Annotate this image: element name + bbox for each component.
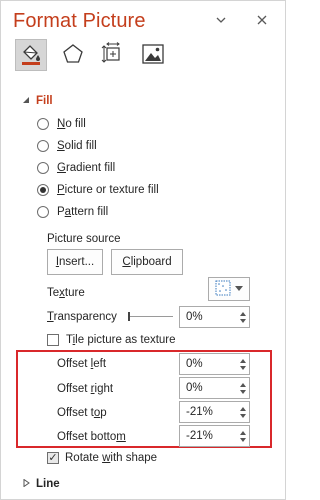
fill-line-icon xyxy=(19,42,43,69)
offset-left-spinner[interactable]: 0% xyxy=(179,353,250,375)
radio-button[interactable] xyxy=(37,118,49,130)
radio-label: Solid fill xyxy=(57,140,97,152)
offset-bottom-spinner[interactable]: -21% xyxy=(179,425,250,447)
rotate-with-shape-label: Rotate with shape xyxy=(65,452,158,464)
transparency-slider[interactable] xyxy=(128,310,173,322)
tab-picture[interactable] xyxy=(137,39,169,71)
expand-triangle-icon xyxy=(23,478,30,490)
size-properties-icon xyxy=(101,41,125,69)
line-section-label: Line xyxy=(36,478,60,490)
line-section-header[interactable]: Line xyxy=(23,476,60,492)
spinner-arrows[interactable] xyxy=(237,307,249,327)
texture-label: Texture xyxy=(47,287,85,299)
spinner-value[interactable]: 0% xyxy=(180,307,237,327)
radio-label: No fill xyxy=(57,118,86,130)
spinner-value[interactable]: 0% xyxy=(180,378,237,398)
tab-effects[interactable] xyxy=(57,39,89,71)
transparency-spinner[interactable]: 0% xyxy=(179,306,250,328)
transparency-label: Transparency xyxy=(47,311,117,323)
texture-dropdown[interactable] xyxy=(208,277,250,301)
radio-label: Gradient fill xyxy=(57,162,116,174)
spinner-arrows[interactable] xyxy=(237,378,249,398)
rotate-with-shape-checkbox[interactable]: ✓ xyxy=(47,452,59,464)
offset-top-spinner[interactable]: -21% xyxy=(179,401,250,423)
radio-solid-fill[interactable]: Solid fill xyxy=(37,137,97,155)
radio-pattern-fill[interactable]: Pattern fill xyxy=(37,203,108,221)
pane-options-button[interactable] xyxy=(210,10,232,30)
clipboard-button[interactable]: Clipboard xyxy=(111,249,183,275)
radio-button[interactable] xyxy=(37,140,49,152)
spinner-arrows[interactable] xyxy=(237,426,249,446)
fill-section-label: Fill xyxy=(36,95,53,107)
chevron-down-icon xyxy=(216,12,226,28)
spinner-arrows[interactable] xyxy=(237,354,249,374)
spinner-value[interactable]: -21% xyxy=(180,402,237,422)
slider-track xyxy=(130,316,173,317)
offset-top-label: Offset top xyxy=(57,407,107,419)
radio-picture-texture-fill[interactable]: Picture or texture fill xyxy=(37,181,159,199)
close-button[interactable] xyxy=(251,10,273,30)
tab-fill-line[interactable] xyxy=(15,39,47,71)
tab-size-properties[interactable] xyxy=(97,39,129,71)
spinner-value[interactable]: -21% xyxy=(180,426,237,446)
offset-left-label: Offset left xyxy=(57,358,107,370)
effects-pentagon-icon xyxy=(62,43,84,68)
radio-label: Picture or texture fill xyxy=(57,184,159,196)
insert-button[interactable]: Insert... xyxy=(47,249,103,275)
checkmark-icon: ✓ xyxy=(48,452,58,464)
radio-button[interactable] xyxy=(37,162,49,174)
offset-right-label: Offset right xyxy=(57,383,114,395)
radio-button[interactable] xyxy=(37,206,49,218)
spinner-arrows[interactable] xyxy=(237,402,249,422)
radio-gradient-fill[interactable]: Gradient fill xyxy=(37,159,115,177)
radio-label: Pattern fill xyxy=(57,206,109,218)
offset-right-spinner[interactable]: 0% xyxy=(179,377,250,399)
format-picture-pane: Format Picture Fill No fill Solid fill G… xyxy=(0,0,286,500)
radio-button[interactable] xyxy=(37,184,49,196)
fill-section-header[interactable]: Fill xyxy=(23,93,53,109)
pane-title: Format Picture xyxy=(13,10,146,32)
collapse-triangle-icon xyxy=(23,95,30,107)
tile-checkbox[interactable] xyxy=(47,334,59,346)
radio-no-fill[interactable]: No fill xyxy=(37,115,86,133)
texture-swatch-icon xyxy=(215,280,231,299)
chevron-down-icon xyxy=(235,283,243,295)
spinner-value[interactable]: 0% xyxy=(180,354,237,374)
picture-source-label: Picture source xyxy=(47,233,121,245)
close-icon xyxy=(257,12,267,28)
picture-icon xyxy=(141,43,165,68)
offset-bottom-label: Offset bottom xyxy=(57,431,126,443)
tile-label: Tile picture as texture xyxy=(66,334,176,346)
